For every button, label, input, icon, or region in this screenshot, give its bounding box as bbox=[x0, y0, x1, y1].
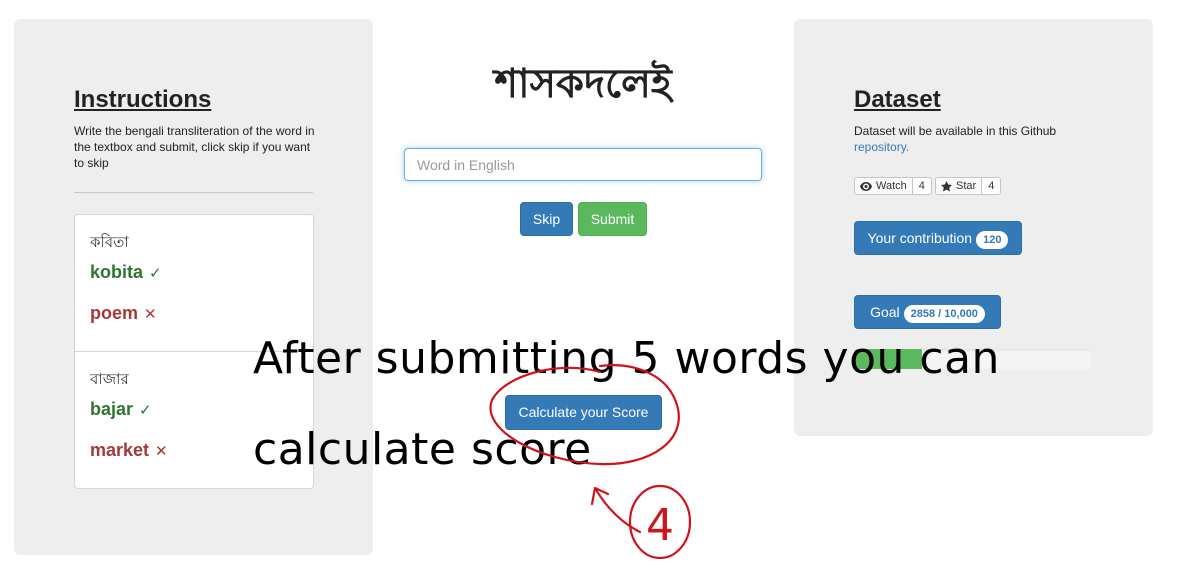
wrong-answer: market ✕ bbox=[90, 440, 168, 461]
skip-button[interactable]: Skip bbox=[520, 202, 573, 236]
dataset-description-text: Dataset will be available in this Github bbox=[854, 124, 1057, 138]
annotation-step-number: 4 bbox=[646, 500, 674, 551]
correct-answer-text: bajar bbox=[90, 399, 134, 419]
dataset-description: Dataset will be available in this Github… bbox=[854, 123, 1094, 155]
cross-icon: ✕ bbox=[155, 443, 168, 460]
eye-icon bbox=[860, 181, 872, 191]
goal-label: Goal bbox=[870, 304, 900, 320]
word-input[interactable] bbox=[404, 148, 762, 181]
instructions-divider bbox=[74, 192, 313, 193]
goal-badge: 2858 / 10,000 bbox=[903, 305, 985, 323]
annotation-line-1: After submitting 5 words you can bbox=[253, 333, 1000, 384]
watch-label: Watch bbox=[876, 180, 907, 192]
check-icon: ✓ bbox=[139, 402, 152, 419]
star-label: Star bbox=[956, 180, 977, 192]
word-history-item: বাজার bbox=[90, 368, 129, 393]
correct-answer-text: kobita bbox=[90, 262, 144, 282]
bengali-word: বাজার bbox=[90, 370, 129, 388]
submit-button[interactable]: Submit bbox=[578, 202, 647, 236]
github-watch-button[interactable]: Watch 4 bbox=[854, 177, 932, 195]
word-history-item: কবিতা bbox=[90, 231, 129, 256]
instructions-description: Write the bengali transliteration of the… bbox=[74, 124, 315, 170]
contribution-button[interactable]: Your contribution 120 bbox=[854, 221, 1022, 255]
goal-button[interactable]: Goal 2858 / 10,000 bbox=[854, 295, 1001, 329]
instructions-title: Instructions bbox=[74, 86, 212, 113]
dataset-title: Dataset bbox=[854, 86, 941, 113]
check-icon: ✓ bbox=[149, 265, 162, 282]
github-star-main[interactable]: Star bbox=[935, 177, 983, 195]
star-icon bbox=[941, 180, 952, 192]
annotation-step-circle bbox=[628, 484, 692, 560]
repository-link[interactable]: repository. bbox=[854, 140, 909, 154]
correct-answer: bajar ✓ bbox=[90, 399, 152, 420]
wrong-answer-text: poem bbox=[90, 303, 139, 323]
correct-answer: kobita ✓ bbox=[90, 262, 162, 283]
current-bengali-word: শাসকদলেই bbox=[494, 61, 672, 107]
contribution-label: Your contribution bbox=[867, 230, 973, 246]
watch-count[interactable]: 4 bbox=[912, 177, 932, 195]
contribution-badge: 120 bbox=[976, 231, 1009, 249]
annotation-arrow bbox=[590, 486, 642, 534]
github-watch-main[interactable]: Watch bbox=[854, 177, 913, 195]
bengali-word: কবিতা bbox=[90, 233, 129, 251]
github-star-button[interactable]: Star 4 bbox=[935, 177, 1002, 195]
annotation-line-2: calculate score bbox=[253, 424, 592, 475]
star-count[interactable]: 4 bbox=[982, 177, 1002, 195]
wrong-answer: poem ✕ bbox=[90, 303, 157, 324]
cross-icon: ✕ bbox=[144, 306, 157, 323]
wrong-answer-text: market bbox=[90, 440, 150, 460]
